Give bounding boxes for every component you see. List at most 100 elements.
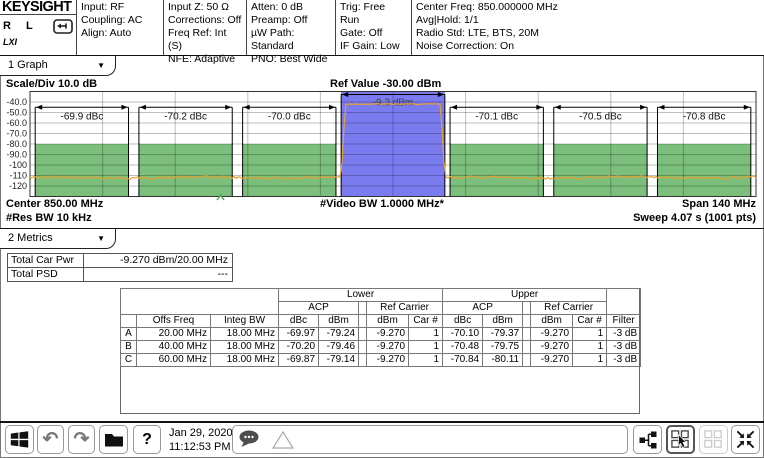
spectrum-analyzer-screen: KEYSIGHT R L LXI Input: RF Coupling: AC … xyxy=(0,0,764,458)
offs-freq: 20.00 MHz xyxy=(137,328,211,341)
offs-freq: 40.00 MHz xyxy=(137,341,211,354)
lower-dbm: -79.14 xyxy=(319,354,359,367)
status-field: Center Freq: 850.000000 MHz xyxy=(416,1,760,14)
lower-ref-dbm: -9.270 xyxy=(367,341,409,354)
acp-column-header-row: Offs Freq Integ BW dBc dBm dBm Car # dBc… xyxy=(121,315,641,328)
status-field: NFE: Adaptive xyxy=(168,53,242,66)
redo-icon: ↷ xyxy=(74,428,90,451)
subheader-ref-carrier: Ref Carrier xyxy=(367,302,443,315)
help-button[interactable]: ? xyxy=(133,425,161,454)
grid-icon xyxy=(703,429,724,450)
lower-dbc: -69.97 xyxy=(279,328,319,341)
undo-button[interactable]: ↶ xyxy=(37,425,64,454)
status-col-trig: Trig: Free Run Gate: Off IF Gain: Low xyxy=(335,0,411,55)
lxi-label: LXI xyxy=(0,37,76,47)
svg-text:-70.0 dBc: -70.0 dBc xyxy=(268,111,311,122)
svg-text:-90.0: -90.0 xyxy=(6,150,27,160)
status-field: Noise Correction: On xyxy=(416,40,760,53)
col-header: dBm xyxy=(367,315,409,328)
svg-text:-9.3 dBm: -9.3 dBm xyxy=(373,98,414,109)
acp-row-b: B 40.00 MHz 18.00 MHz -70.20 -79.46 -9.2… xyxy=(121,341,641,354)
chevron-down-icon: ▼ xyxy=(97,229,105,248)
col-header: dBc xyxy=(279,315,319,328)
upper-car-num: 1 xyxy=(573,341,607,354)
row-id: C xyxy=(121,354,137,367)
integ-bw: 18.00 MHz xyxy=(211,354,279,367)
metrics-selector-dropdown[interactable]: 2 Metrics ▼ xyxy=(0,229,116,249)
col-header: Offs Freq xyxy=(137,315,211,328)
spectrum-plot[interactable]: -40.0-50.0-60.0-70.0-80.0-90.0-100-110-1… xyxy=(0,91,764,204)
col-header: Car # xyxy=(409,315,443,328)
acp-row-a: A 20.00 MHz 18.00 MHz -69.97 -79.24 -9.2… xyxy=(121,328,641,341)
rl-indicators: R L xyxy=(3,20,39,32)
integ-bw: 18.00 MHz xyxy=(211,341,279,354)
metrics-row-total-psd: Total PSD --- xyxy=(8,267,232,281)
span-annotation: Span 140 MHz xyxy=(682,198,756,211)
group-header-lower: Lower xyxy=(279,289,443,302)
col-header: dBm xyxy=(319,315,359,328)
fullscreen-toggle-button[interactable] xyxy=(731,425,760,454)
svg-text:-70.8 dBc: -70.8 dBc xyxy=(683,111,726,122)
svg-text:-70.0: -70.0 xyxy=(6,129,27,139)
lower-dbc: -69.87 xyxy=(279,354,319,367)
svg-text:-40.0: -40.0 xyxy=(6,97,27,107)
group-header-upper: Upper xyxy=(443,289,607,302)
status-message-area[interactable] xyxy=(232,425,628,454)
time-text: 11:12:53 PM xyxy=(169,440,233,454)
acp-group-header-row: Lower Upper xyxy=(121,289,641,302)
filter-value: -3 dB xyxy=(607,341,641,354)
subheader-acp: ACP xyxy=(279,302,359,315)
status-field: µW Path: Standard xyxy=(251,27,331,53)
windows-menu-button[interactable] xyxy=(5,425,34,454)
lower-dbm: -79.46 xyxy=(319,341,359,354)
file-button[interactable] xyxy=(99,425,128,454)
multi-window-button[interactable] xyxy=(699,425,728,454)
status-field: IF Gain: Low xyxy=(340,40,407,53)
status-header: KEYSIGHT R L LXI Input: RF Coupling: AC … xyxy=(0,0,764,56)
undo-icon: ↶ xyxy=(43,428,59,451)
svg-text:-100: -100 xyxy=(9,160,27,170)
svg-text:-110: -110 xyxy=(10,171,27,181)
status-col-input: Input: RF Coupling: AC Align: Auto xyxy=(77,0,163,55)
col-header: dBc xyxy=(443,315,483,328)
status-field: Radio Std: LTE, BTS, 20M xyxy=(416,27,760,40)
windows-icon xyxy=(10,430,29,449)
collapse-arrows-icon xyxy=(735,429,756,450)
datetime-display: Jan 29, 2020 11:12:53 PM xyxy=(169,426,233,454)
status-field: Input Z: 50 Ω xyxy=(168,1,242,14)
metrics-row-total-car-pwr: Total Car Pwr -9.270 dBm/20.00 MHz xyxy=(8,254,232,267)
filter-value: -3 dB xyxy=(607,354,641,367)
help-icon: ? xyxy=(142,431,152,449)
svg-text:-80.0: -80.0 xyxy=(6,139,27,149)
acp-results-panel: Lower Upper ACP Ref Carrier ACP Ref Carr… xyxy=(120,288,640,414)
offs-freq: 60.00 MHz xyxy=(137,354,211,367)
metric-value: --- xyxy=(84,268,232,281)
graph-selector-dropdown[interactable]: 1 Graph ▼ xyxy=(0,56,116,76)
res-bw-annotation: #Res BW 10 kHz xyxy=(6,212,92,225)
metrics-selector-label: 2 Metrics xyxy=(8,232,53,244)
upper-dbc: -70.84 xyxy=(443,354,483,367)
ref-value-label: Ref Value -30.00 dBm xyxy=(330,78,441,91)
col-header: dBm xyxy=(483,315,523,328)
status-field: Input: RF xyxy=(81,1,159,14)
row-id: B xyxy=(121,341,137,354)
message-bubble-icon xyxy=(238,429,262,450)
grid-cursor-icon xyxy=(670,429,691,450)
window-select-button[interactable] xyxy=(666,425,695,454)
status-col-inputz: Input Z: 50 Ω Corrections: Off Freq Ref:… xyxy=(163,0,246,55)
subheader-acp: ACP xyxy=(443,302,523,315)
redo-button[interactable]: ↷ xyxy=(68,425,95,454)
metric-label: Total Car Pwr xyxy=(8,254,84,267)
integ-bw: 18.00 MHz xyxy=(211,328,279,341)
col-header: dBm xyxy=(531,315,573,328)
block-diagram-icon xyxy=(638,430,658,450)
keysight-screen-icon xyxy=(53,19,73,34)
block-diagram-button[interactable] xyxy=(633,425,662,454)
upper-ref-dbm: -9.270 xyxy=(531,341,573,354)
col-header: Car # xyxy=(573,315,607,328)
svg-text:-70.2 dBc: -70.2 dBc xyxy=(164,111,207,122)
status-field: Preamp: Off xyxy=(251,14,331,27)
lower-ref-dbm: -9.270 xyxy=(367,354,409,367)
status-field: Align: Auto xyxy=(81,27,159,40)
lower-car-num: 1 xyxy=(409,328,443,341)
